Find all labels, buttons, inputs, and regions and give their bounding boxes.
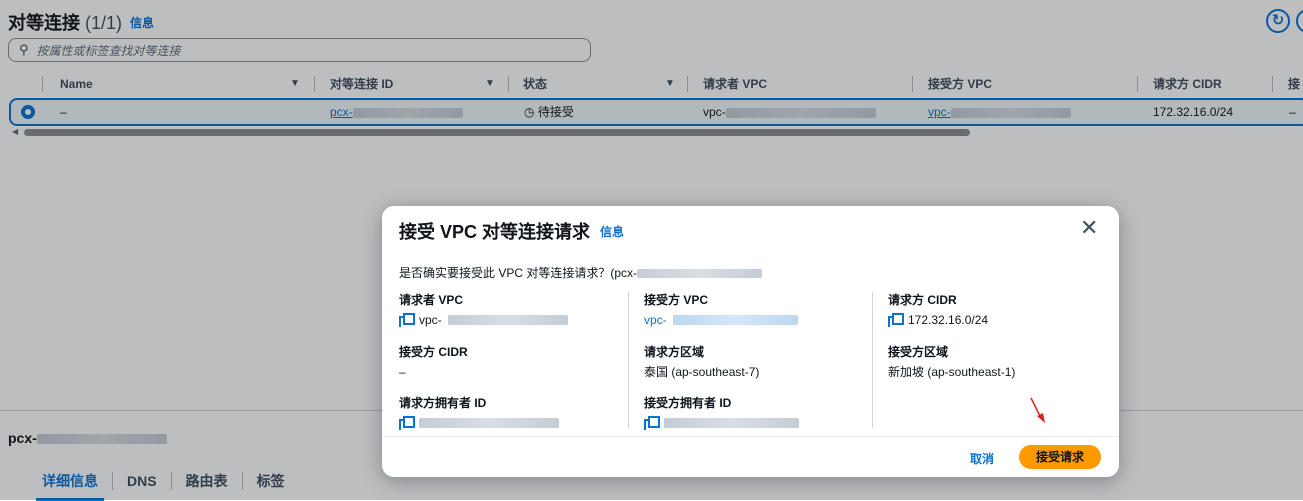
field-accepter-region: 接受方区域 新加坡 (ap-southeast-1) — [888, 345, 1016, 379]
modal-footer-divider — [382, 436, 1119, 437]
redacted-text — [672, 315, 798, 325]
field-requester-owner-id: 请求方拥有者 ID — [399, 395, 559, 432]
copy-icon[interactable] — [888, 313, 904, 327]
redacted-text — [664, 418, 799, 428]
column-divider — [872, 292, 873, 428]
redacted-text — [447, 315, 568, 325]
copy-icon[interactable] — [399, 416, 415, 430]
accept-request-button[interactable]: 接受请求 — [1019, 445, 1101, 469]
close-icon[interactable]: ✕ — [1080, 217, 1098, 239]
field-requester-region: 请求方区域 泰国 (ap-southeast-7) — [644, 345, 760, 379]
field-accepter-vpc: 接受方 VPC vpc- — [644, 292, 798, 329]
modal-info-link[interactable]: 信息 — [600, 223, 624, 240]
accepter-vpc-link[interactable]: vpc- — [644, 311, 798, 329]
cancel-button[interactable]: 取消 — [970, 450, 994, 467]
annotation-arrow-icon — [1030, 397, 1045, 423]
modal-title: 接受 VPC 对等连接请求 — [399, 222, 591, 242]
confirm-text: 是否确实要接受此 VPC 对等连接请求？(pcx- — [399, 264, 763, 281]
accept-peering-modal: 接受 VPC 对等连接请求 信息 ✕ 是否确实要接受此 VPC 对等连接请求？(… — [382, 206, 1119, 477]
field-accepter-owner-id: 接受方拥有者 ID — [644, 395, 799, 432]
field-accepter-cidr: 接受方 CIDR – — [399, 345, 468, 379]
redacted-text — [637, 269, 763, 279]
field-requester-vpc: 请求者 VPC vpc- — [399, 292, 568, 329]
field-requester-cidr: 请求方 CIDR 172.32.16.0/24 — [888, 293, 989, 327]
column-divider — [628, 292, 629, 428]
copy-icon[interactable] — [644, 416, 660, 430]
copy-icon[interactable] — [399, 313, 415, 327]
redacted-text — [419, 418, 559, 428]
modal-header: 接受 VPC 对等连接请求 信息 — [399, 218, 624, 244]
